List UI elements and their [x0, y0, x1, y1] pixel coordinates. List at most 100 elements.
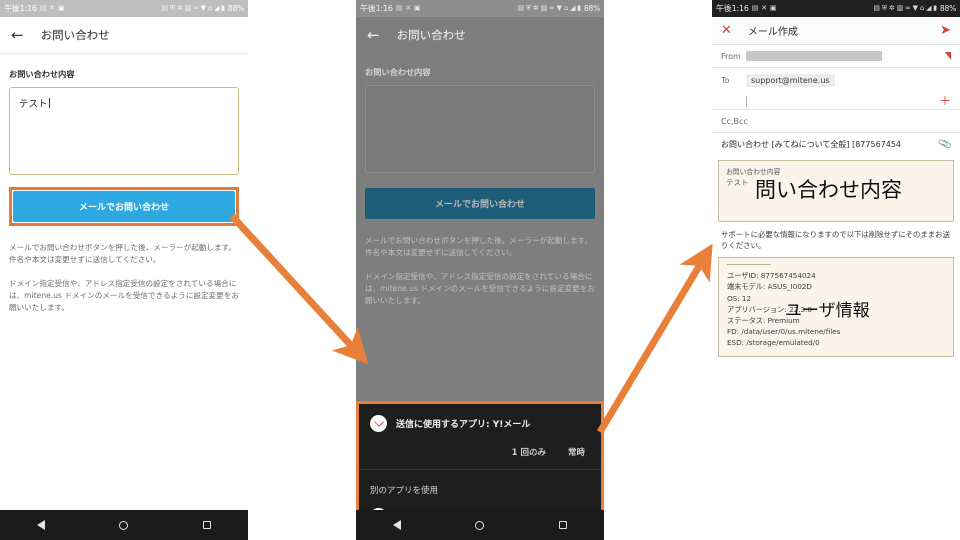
status-time: 午後1:16: [716, 4, 749, 13]
phone-panel-2: 午後1:16 ▤ ✕ ▣ ▤ ⛨ ✲ ▥ ∞ ▼ ⌂ ◢ ▮ 88% ← お問い…: [356, 0, 604, 540]
attachment-clip-icon[interactable]: 📎: [937, 137, 952, 152]
close-icon[interactable]: ✕: [721, 24, 732, 37]
sim-icon: ▤: [161, 4, 168, 12]
status-bar-right-2: ▤ ⛨ ✲ ▥ ∞ ▼ ⌂ ◢ ▮ 88%: [517, 4, 600, 13]
nav-recents-icon[interactable]: [202, 521, 211, 529]
contact-form-dimmed: お問い合わせ内容 メールでお問い合わせ メールでお問い合わせボタンを押した後、メ…: [356, 53, 604, 540]
contact-form: お問い合わせ内容 テスト メールでお問い合わせ メールでお問い合わせボタンを押し…: [0, 55, 248, 540]
note-paragraph-1: メールでお問い合わせボタンを押した後、メーラーが起動します。件名や本文は変更せず…: [9, 243, 237, 265]
compose-app-bar: ✕ メール作成 ➤: [712, 17, 960, 44]
subject-row[interactable]: お問い合わせ [みてねについて全般] [877567454 📎: [712, 133, 960, 156]
add-contact-icon[interactable]: ＋: [939, 95, 951, 107]
mail-inquiry-button: メールでお問い合わせ: [365, 188, 595, 219]
chat-icon: ▣: [57, 4, 65, 12]
chat-icon: ▣: [769, 4, 777, 12]
phone-panel-1: 午後1:16 ▤ ✕ ▣ ▤ ⛨ ✲ ▥ ∞ ▼ ⌂ ◢ ▮ 88% ← お問い…: [0, 0, 248, 540]
nav-bar-1: [0, 510, 248, 540]
cast-icon: ⌂: [563, 4, 569, 12]
to-label: To: [721, 76, 730, 85]
battery-level: 88%: [227, 4, 244, 13]
just-once-button[interactable]: 1 回のみ: [512, 446, 546, 458]
calendar-icon: ▤: [395, 4, 403, 12]
signal-icon: ◢: [926, 4, 932, 12]
battery-level: 88%: [939, 4, 956, 13]
status-bar-right-3: ▤ ⛨ ✲ ▥ ∞ ▼ ⌂ ◢ ▮ 88%: [873, 4, 956, 13]
dropdown-triangle-icon[interactable]: [945, 52, 951, 60]
wifi-icon: ▼: [912, 4, 918, 12]
ccbcc-row[interactable]: Cc,Bcc: [712, 110, 960, 132]
shield-icon: ⛨: [525, 4, 531, 12]
info-line: FD: /data/user/0/us.mitene/files: [727, 327, 841, 336]
bluetooth-icon: ✲: [176, 4, 183, 12]
annotation-body-overlay: 問い合わせ内容: [755, 178, 902, 202]
bluetooth-icon: ✲: [532, 4, 539, 12]
screenshot-root: 午後1:16 ▤ ✕ ▣ ▤ ⛨ ✲ ▥ ∞ ▼ ⌂ ◢ ▮ 88% ← お問い…: [0, 0, 960, 540]
sd-icon: ▥: [184, 4, 192, 12]
arrow-panel1-to-panel2: [229, 213, 369, 365]
mail-body-box[interactable]: お問い合わせ内容 テスト 問い合わせ内容: [718, 160, 954, 222]
to-recipient-chip[interactable]: support@mitene.us: [746, 74, 835, 87]
support-note: サポートに必要な情報になりますので以下は削除せずにそのままお送りください。: [721, 230, 950, 251]
chooser-actions: 1 回のみ 常時: [359, 432, 601, 469]
nav-back-icon[interactable]: [37, 520, 46, 530]
calendar-icon: ▤: [39, 4, 47, 12]
inquiry-textarea[interactable]: テスト: [9, 87, 239, 175]
to-row[interactable]: To support@mitene.us: [712, 68, 960, 93]
always-button[interactable]: 常時: [568, 446, 585, 458]
sd-icon: ▥: [540, 4, 548, 12]
nav-home-icon[interactable]: [475, 520, 485, 530]
to-input-row[interactable]: ＋: [712, 93, 960, 109]
arrow-panel2-to-panel3: [596, 243, 713, 434]
inquiry-notes: メールでお問い合わせボタンを押した後、メーラーが起動します。件名や本文は変更せず…: [9, 242, 239, 314]
bluetooth-icon: ✲: [888, 4, 895, 12]
nav-bar-2: [356, 510, 604, 540]
info-line: ユーザID: 877567454024: [727, 271, 816, 281]
status-bar-3: 午後1:16 ▤ ✕ ▣ ▤ ⛨ ✲ ▥ ∞ ▼ ⌂ ◢ ▮ 88%: [712, 0, 960, 17]
shield-icon: ⛨: [881, 4, 887, 12]
nav-recents-icon[interactable]: [558, 521, 567, 529]
sim-icon: ▤: [873, 4, 880, 12]
signal-icon: ◢: [214, 4, 220, 12]
chooser-header-row: 送信に使用するアプリ: Y!メール: [359, 404, 601, 432]
note-paragraph-1: メールでお問い合わせボタンを押した後、メーラーが起動します。件名や本文は変更せず…: [365, 236, 593, 258]
sim-icon: ▤: [517, 4, 524, 12]
phone-panel-3: 午後1:16 ▤ ✕ ▣ ▤ ⛨ ✲ ▥ ∞ ▼ ⌂ ◢ ▮ 88% ✕ メール…: [712, 0, 960, 540]
nav-back-icon[interactable]: [393, 520, 402, 530]
from-label: From: [721, 51, 741, 61]
from-row[interactable]: From: [712, 45, 960, 67]
shield-icon: ⛨: [169, 4, 175, 12]
link-icon: ∞: [905, 4, 911, 12]
app-bar-1: ← お問い合わせ: [0, 17, 248, 53]
back-arrow-icon[interactable]: ←: [367, 27, 380, 43]
status-bar-left-1: 午後1:16 ▤ ✕ ▣: [4, 3, 64, 14]
other-apps-label: 別のアプリを使用: [370, 486, 439, 496]
mail-button-highlight: メールでお問い合わせ: [9, 187, 239, 226]
user-info-box: ユーザID: 877567454024 端末モデル: ASUS_I002D OS…: [718, 257, 954, 358]
mail-compose-screen: ✕ メール作成 ➤ From To support@mitene.us ＋ Cc…: [712, 17, 960, 540]
inquiry-textarea: [365, 85, 595, 173]
mail-inquiry-button[interactable]: メールでお問い合わせ: [13, 191, 235, 222]
page-title: お問い合わせ: [40, 28, 110, 42]
info-line: ESD: /storage/emulated/0: [727, 338, 820, 348]
battery-icon: ▮: [577, 4, 581, 12]
calendar-icon: ▤: [751, 4, 759, 12]
status-time: 午後1:16: [360, 4, 393, 13]
note-paragraph-2: ドメイン指定受信や、アドレス指定受信の設定をされている場合には、mitene.u…: [9, 278, 239, 313]
inquiry-textarea-wrap: テスト: [9, 87, 239, 175]
to-input-caret: [746, 95, 747, 107]
close-icon: ✕: [49, 4, 55, 12]
info-separator: [727, 264, 771, 266]
wifi-icon: ▼: [200, 4, 206, 12]
compose-title: メール作成: [747, 27, 798, 38]
chooser-title: 送信に使用するアプリ: Y!メール: [396, 420, 531, 430]
link-icon: ∞: [193, 4, 199, 12]
close-icon: ✕: [405, 4, 411, 12]
status-bar-right-1: ▤ ⛨ ✲ ▥ ∞ ▼ ⌂ ◢ ▮ 88%: [161, 4, 244, 13]
note-paragraph-2: ドメイン指定受信や、アドレス指定受信の設定をされている場合には、mitene.u…: [365, 271, 595, 306]
battery-icon: ▮: [221, 4, 225, 12]
nav-home-icon[interactable]: [119, 520, 129, 530]
back-arrow-icon[interactable]: ←: [11, 27, 24, 43]
send-icon[interactable]: ➤: [940, 24, 951, 37]
annotation-info-overlay: ユーザ情報: [785, 301, 870, 322]
info-line: 端末モデル: ASUS_I002D: [727, 282, 812, 292]
